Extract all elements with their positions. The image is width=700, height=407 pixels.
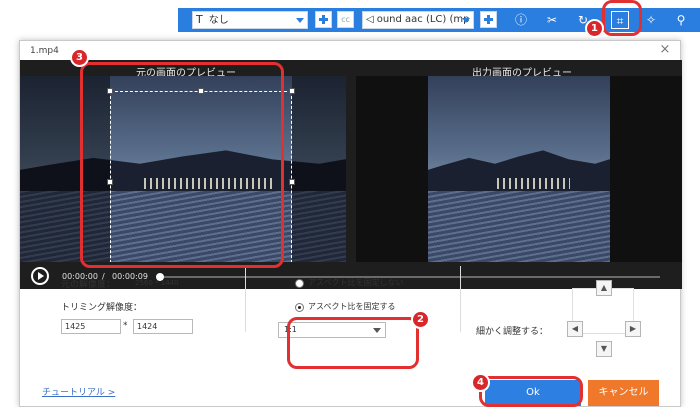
effects-icon[interactable]: ✧ (642, 11, 660, 29)
info-icon[interactable]: ⓘ (512, 11, 530, 29)
move-down-button[interactable]: ▼ (596, 341, 612, 357)
add-subtitle-button[interactable] (315, 11, 332, 28)
watermark-icon[interactable]: ⚲ (672, 11, 690, 29)
step-badge-4: 4 (471, 373, 490, 392)
tutorial-link[interactable]: チュートリアル > (42, 385, 115, 398)
move-left-button[interactable]: ◀ (567, 321, 583, 337)
move-up-button[interactable]: ▲ (596, 280, 612, 296)
aspect-unfixed-radio[interactable] (295, 279, 304, 288)
close-icon[interactable]: × (658, 43, 672, 57)
chevron-down-icon (296, 18, 304, 23)
crop-width-input[interactable]: 1425 (61, 319, 121, 334)
subtitle-select[interactable]: T なし (192, 11, 308, 29)
aspect-fixed-radio[interactable] (295, 303, 304, 312)
highlight-ok-button (479, 376, 583, 407)
divider (245, 266, 246, 332)
crop-height-input[interactable]: 1424 (133, 319, 193, 334)
cancel-button[interactable]: キャンセル (588, 380, 659, 406)
highlight-crop-icon (602, 0, 642, 36)
fine-adjust-label: 細かく調整する： (476, 327, 549, 337)
dialog-title: 1.mp4 (30, 46, 59, 56)
step-badge-3: 3 (70, 48, 89, 67)
output-video-frame (428, 76, 610, 262)
seek-bar[interactable] (156, 273, 660, 281)
add-audio-button[interactable] (480, 11, 497, 28)
cc-icon[interactable]: cc (337, 11, 354, 28)
audio-track-select[interactable]: ◁ ound aac (LC) (mp (362, 11, 474, 29)
text-icon: T (196, 13, 203, 26)
chevron-down-icon (462, 18, 470, 23)
original-resolution-value: 2560 * 1440 (135, 279, 179, 287)
crop-handle-top-right[interactable] (289, 88, 295, 94)
crop-handle-right[interactable] (289, 179, 295, 185)
divider (460, 266, 461, 332)
play-icon[interactable] (31, 267, 49, 285)
step-badge-2: 2 (411, 310, 430, 329)
highlight-crop-area (80, 62, 284, 268)
speaker-icon: ◁ (366, 14, 374, 25)
aspect-fixed-label[interactable]: アスペクト比を固定する (308, 301, 395, 312)
crop-mask-right (292, 76, 346, 262)
aspect-unfixed-label[interactable]: アスペクト比を固定しない (308, 277, 403, 288)
output-preview (356, 76, 682, 262)
original-resolution-label: 元の解像度： (61, 280, 116, 290)
move-right-button[interactable]: ▶ (625, 321, 641, 337)
multiply-sign: * (123, 321, 128, 331)
scissors-icon[interactable]: ✂ (543, 11, 561, 29)
crop-resolution-label: トリミング解像度： (61, 303, 143, 313)
highlight-aspect-settings (287, 317, 419, 369)
step-badge-1: 1 (585, 19, 604, 38)
